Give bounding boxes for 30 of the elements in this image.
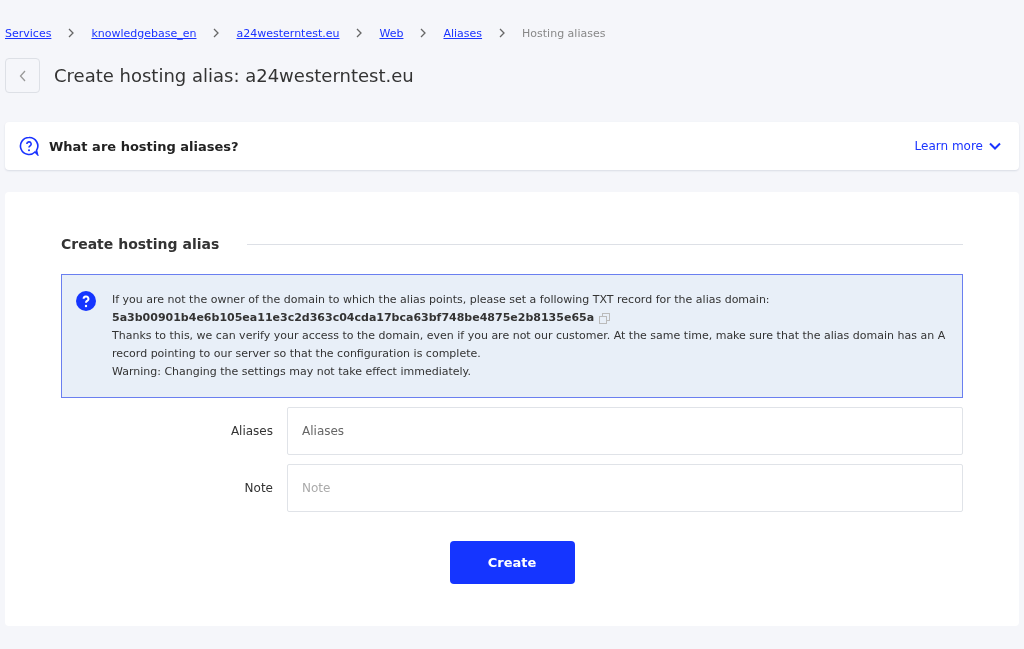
help-icon (19, 136, 39, 156)
breadcrumb-link[interactable]: Services (5, 26, 52, 40)
chevron-right-icon (419, 28, 428, 38)
chevron-down-icon (989, 142, 1001, 150)
chevron-left-icon (18, 69, 27, 82)
question-icon (76, 291, 96, 311)
chevron-right-icon (355, 28, 364, 38)
breadcrumb-link[interactable]: Aliases (443, 26, 483, 40)
help-title: What are hosting aliases? (49, 138, 240, 154)
notice-text: Thanks to this, we can verify your access to the domain, even if you are not our customer. At the same time, make sure that the alias domain has an A record pointing to our server so that the configuration is complete. (112, 328, 946, 362)
notice-text: If you are not the owner of the domain to which the alias points, please set a following TXT record for the alias domain: (112, 292, 771, 308)
back-button[interactable] (5, 58, 40, 93)
current-page-label: Hosting aliases (522, 26, 606, 40)
breadcrumb-link[interactable]: knowledgebase_en (91, 26, 197, 40)
warning-text: Warning: Changing the settings may not take effect immediately. (112, 364, 473, 380)
create-button[interactable]: Create (449, 541, 575, 584)
field-label: Aliases (229, 424, 273, 438)
copy-icon[interactable] (599, 312, 611, 324)
breadcrumb-link[interactable]: a24westerntest.eu (236, 26, 340, 40)
learn-more-link[interactable]: Learn more (914, 139, 1001, 153)
tags-input-field[interactable]: Aliases (287, 407, 963, 455)
section-title: Create hosting alias (61, 236, 220, 252)
chevron-right-icon (67, 28, 76, 38)
field-label: Note (243, 481, 273, 495)
chevron-right-icon (498, 28, 507, 38)
page-title: Create hosting alias: a24westerntest.eu (54, 65, 414, 86)
txt-record: 5a3b00901b4e6b105ea11e3c2d363c04cda17bca63bf748be4875e2b8135e65a (112, 310, 595, 326)
breadcrumb-link[interactable]: Web (379, 26, 404, 40)
input-field[interactable]: Note (287, 464, 963, 512)
chevron-right-icon (212, 28, 221, 38)
